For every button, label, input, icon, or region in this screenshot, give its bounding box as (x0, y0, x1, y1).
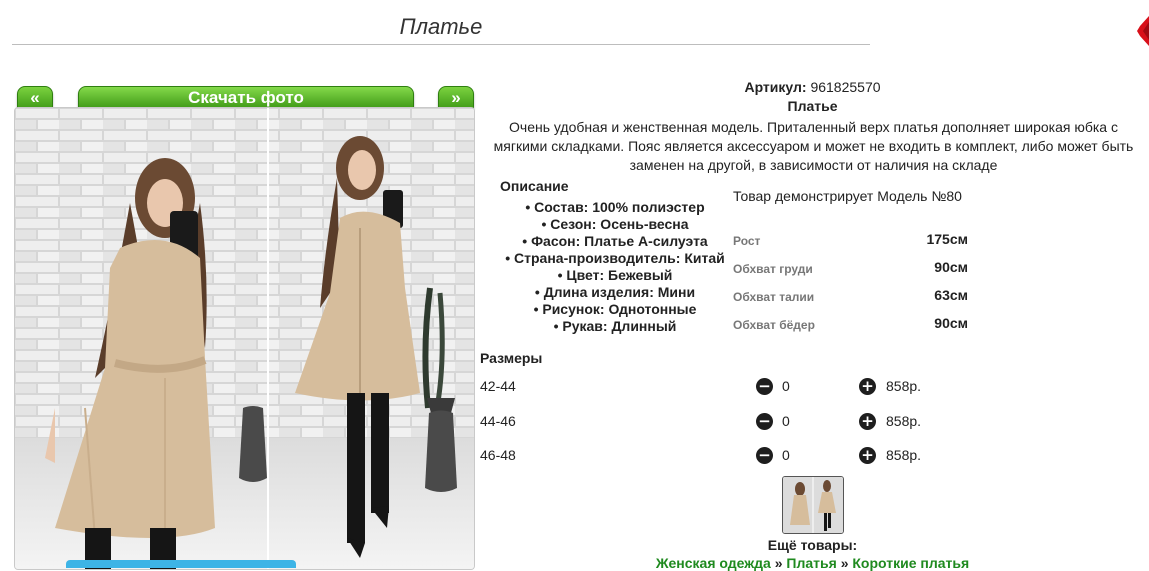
price: 858р. (886, 413, 922, 429)
spec-item: Сезон: Осень-весна (480, 216, 750, 233)
breadcrumb-link[interactable]: Женская одежда (656, 555, 771, 571)
page-title: Платье (12, 12, 870, 45)
price: 858р. (886, 378, 922, 394)
spec-item: Состав: 100% полиэстер (480, 199, 750, 216)
plus-circle-icon[interactable]: + (859, 413, 876, 430)
spec-item: Рисунок: Однотонные (480, 301, 750, 318)
model-info: Товар демонстрирует Модель №80 (733, 188, 962, 204)
breadcrumb-separator: » (774, 555, 783, 571)
spec-item: Страна-производитель: Китай (480, 250, 750, 267)
size-label: 42-44 (480, 378, 516, 394)
measurement-value: 175см (926, 231, 968, 247)
plus-circle-icon[interactable]: + (859, 378, 876, 395)
spec-item: Цвет: Бежевый (480, 267, 750, 284)
spec-item: Рукав: Длинный (480, 318, 750, 335)
size-row: 44-46 − 0 + 858р. (480, 411, 960, 433)
quantity-value: 0 (782, 413, 790, 429)
product-photo[interactable] (14, 107, 475, 570)
article-label: Артикул: (744, 79, 807, 95)
quantity-value: 0 (782, 378, 790, 394)
minus-circle-icon[interactable]: − (756, 413, 773, 430)
measurement-row: Обхват груди 90см (733, 259, 968, 277)
article-line: Артикул: 961825570 (480, 79, 1145, 95)
breadcrumb-link[interactable]: Короткие платья (852, 555, 969, 571)
sizes-heading: Размеры (480, 350, 543, 366)
measurement-value: 90см (934, 259, 968, 275)
price: 858р. (886, 447, 922, 463)
product-description: Очень удобная и женственная модель. Прит… (493, 119, 1134, 173)
measurement-row: Обхват бёдер 90см (733, 315, 968, 333)
breadcrumb: Женская одежда » Платья » Короткие плать… (480, 555, 1145, 571)
size-row: 42-44 − 0 + 858р. (480, 376, 960, 398)
minus-circle-icon[interactable]: − (756, 378, 773, 395)
size-row: 46-48 − 0 + 858р. (480, 445, 960, 467)
photo-thumbnail[interactable] (782, 476, 844, 534)
product-name: Платье (787, 98, 838, 114)
measurement-value: 63см (934, 287, 968, 303)
plus-circle-icon[interactable]: + (859, 447, 876, 464)
specs-list: Состав: 100% полиэстер Сезон: Осень-весн… (480, 199, 750, 335)
quantity-value: 0 (782, 447, 790, 463)
measurement-value: 90см (934, 315, 968, 331)
specs-heading: Описание (500, 178, 569, 194)
size-label: 44-46 (480, 413, 516, 429)
measurement-label: Обхват груди (733, 262, 813, 276)
breadcrumb-link[interactable]: Платья (786, 555, 836, 571)
close-icon[interactable] (1137, 14, 1149, 48)
spec-item: Фасон: Платье А-силуэта (480, 233, 750, 250)
breadcrumb-separator: » (840, 555, 849, 571)
measurement-row: Обхват талии 63см (733, 287, 968, 305)
more-products-heading: Ещё товары: (767, 537, 858, 553)
photo-scroll-indicator[interactable] (66, 560, 296, 568)
measurement-label: Обхват талии (733, 290, 815, 304)
article-value: 961825570 (810, 79, 881, 95)
thumbnail-image (783, 477, 843, 533)
measurement-row: Рост 175см (733, 231, 968, 249)
size-label: 46-48 (480, 447, 516, 463)
measurement-label: Обхват бёдер (733, 318, 815, 332)
measurement-label: Рост (733, 234, 761, 248)
product-photo-image (15, 108, 474, 569)
spec-item: Длина изделия: Мини (480, 284, 750, 301)
minus-circle-icon[interactable]: − (756, 447, 773, 464)
